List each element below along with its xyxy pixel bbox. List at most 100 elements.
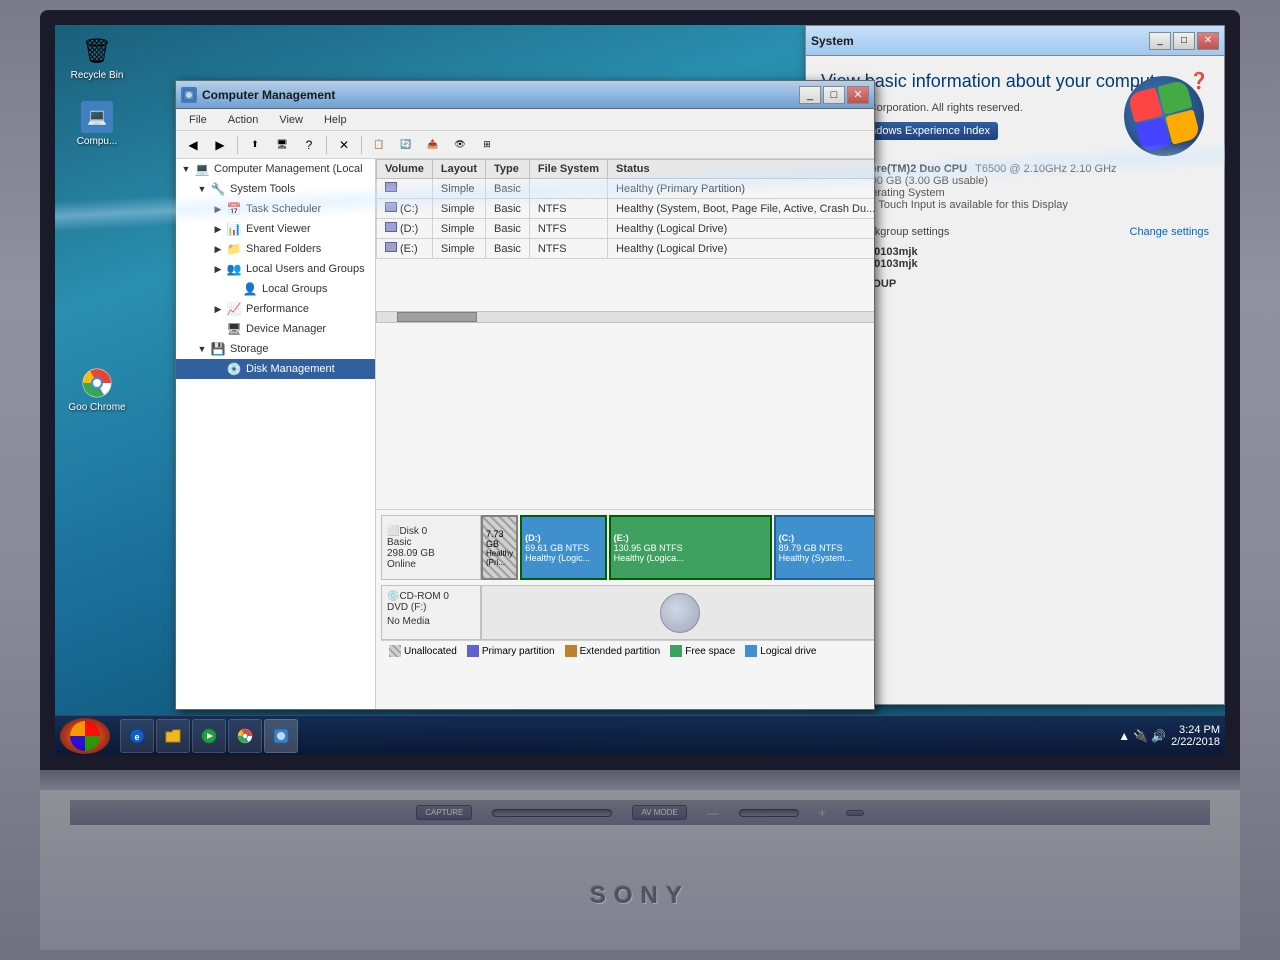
table-row[interactable]: Simple Basic Healthy (Primary Partition) (377, 179, 875, 199)
toolbar-export[interactable]: 📤 (421, 134, 445, 156)
tree-system-tools[interactable]: ▼ 🔧 System Tools (176, 179, 375, 199)
cm-close-btn[interactable]: ✕ (847, 86, 869, 104)
legend-logical-label: Logical drive (760, 646, 816, 657)
desktop-icon-recycle[interactable]: 🗑 Recycle Bin (65, 35, 129, 81)
row3-status: Healthy (Logical Drive) (608, 239, 874, 259)
legend-primary: Primary partition (467, 645, 555, 657)
cp-maximize-btn[interactable]: □ (1173, 32, 1195, 50)
change-settings-link[interactable]: Change settings (1130, 226, 1210, 238)
capture-btn[interactable]: CAPTURE (416, 805, 472, 820)
cp-titlebar: System _ □ ✕ (806, 26, 1224, 56)
legend-primary-label: Primary partition (482, 646, 555, 657)
vol-minus[interactable]: — (707, 806, 719, 820)
toolbar-forward[interactable]: ▶ (208, 134, 232, 156)
tree-disk-management[interactable]: 💿 Disk Management (176, 359, 375, 379)
toolbar-back[interactable]: ◀ (181, 134, 205, 156)
tree-local-groups[interactable]: 👤 Local Groups (176, 279, 375, 299)
tree-storage[interactable]: ▼ 💾 Storage (176, 339, 375, 359)
laptop-slider-2[interactable] (739, 809, 799, 817)
row2-fs: NTFS (529, 219, 607, 239)
tree-expand-taskscheduler: ▶ (212, 203, 224, 215)
taskbar-item-folder[interactable] (156, 719, 190, 753)
extra-btn[interactable] (846, 810, 864, 816)
chrome-icon (81, 367, 113, 399)
row2-layout: Simple (432, 219, 485, 239)
exp-label: Windows Experience Index (857, 125, 990, 137)
cm-maximize-btn[interactable]: □ (823, 86, 845, 104)
tree-task-scheduler[interactable]: ▶ 📅 Task Scheduler (176, 199, 375, 219)
toolbar-delete[interactable]: ✕ (332, 134, 356, 156)
horizontal-scrollbar[interactable] (376, 311, 874, 323)
computer-mgmt-icon: 💻 (194, 161, 210, 177)
partition-d-label: (D:) (525, 533, 602, 543)
cm-minimize-btn[interactable]: _ (799, 86, 821, 104)
col-filesystem[interactable]: File System (529, 160, 607, 179)
tray-arrow[interactable]: ▲ (1118, 729, 1130, 743)
col-status[interactable]: Status (608, 160, 874, 179)
cm-main: Volume Layout Type File System Status (376, 159, 874, 709)
menu-file[interactable]: File (181, 112, 215, 128)
menu-help[interactable]: Help (316, 112, 355, 128)
tree-performance[interactable]: ▶ 📈 Performance (176, 299, 375, 319)
tree-event-viewer[interactable]: ▶ 📊 Event Viewer (176, 219, 375, 239)
partition-c[interactable]: (C:) 89.79 GB NTFS Healthy (System... (774, 515, 874, 580)
col-layout[interactable]: Layout (432, 160, 485, 179)
disk-table: Volume Layout Type File System Status (376, 159, 874, 259)
toolbar-up[interactable]: ⬆ (243, 134, 267, 156)
disk0-label: ⬜Disk 0 Basic 298.09 GB Online (381, 515, 481, 580)
windows-logo (1124, 76, 1204, 156)
disk-management-icon: 💿 (226, 361, 242, 377)
taskbar-clock[interactable]: 3:24 PM 2/22/2018 (1171, 724, 1220, 748)
table-row[interactable]: (E:) Simple Basic NTFS Healthy (Logical … (377, 239, 875, 259)
tree-shared-folders[interactable]: ▶ 📁 Shared Folders (176, 239, 375, 259)
table-row[interactable]: (D:) Simple Basic NTFS Healthy (Logical … (377, 219, 875, 239)
toolbar-refresh[interactable]: 🔄 (394, 134, 418, 156)
computer-icon: 💻 (81, 101, 113, 133)
taskbar-item-chrome2[interactable] (228, 719, 262, 753)
partition-d[interactable]: (D:) 69.61 GB NTFS Healthy (Logic... (520, 515, 607, 580)
tray-network-icon[interactable]: 🔌 (1133, 729, 1148, 743)
tray-volume-icon[interactable]: 🔊 (1151, 729, 1166, 743)
scroll-thumb[interactable] (397, 312, 477, 322)
row0-status: Healthy (Primary Partition) (608, 179, 874, 199)
toolbar-help[interactable]: ? (297, 134, 321, 156)
toolbar-show-hide[interactable]: 🖥 (270, 134, 294, 156)
desktop-icon-chrome[interactable]: Goo Chrome (65, 367, 129, 413)
toolbar-properties[interactable]: 📋 (367, 134, 391, 156)
cm-table-area[interactable]: Volume Layout Type File System Status (376, 159, 874, 509)
menu-view[interactable]: View (271, 112, 311, 128)
tree-local-users[interactable]: ▶ 👥 Local Users and Groups (176, 259, 375, 279)
cp-minimize-btn[interactable]: _ (1149, 32, 1171, 50)
taskbar-item-media[interactable] (192, 719, 226, 753)
cp-close-btn[interactable]: ✕ (1197, 32, 1219, 50)
vol-plus[interactable]: + (819, 806, 826, 820)
clock-date: 2/22/2018 (1171, 736, 1220, 748)
laptop-slider[interactable] (492, 809, 612, 817)
taskbar-item-ie[interactable]: e (120, 719, 154, 753)
taskbar-item-comp-mgmt[interactable] (264, 719, 298, 753)
tree-device-manager[interactable]: 🖥 Device Manager (176, 319, 375, 339)
tree-root[interactable]: ▼ 💻 Computer Management (Local (176, 159, 375, 179)
row3-type: Basic (485, 239, 529, 259)
desktop-icon-computer[interactable]: 💻 Compu... (65, 101, 129, 147)
svg-text:e: e (134, 732, 139, 742)
toolbar-arrange[interactable]: ⊞ (475, 134, 499, 156)
partition-e[interactable]: (E:) 130.95 GB NTFS Healthy (Logica... (609, 515, 772, 580)
toolbar-view[interactable]: 👁 (448, 134, 472, 156)
partition-unalloc-size: 7.73 GB (486, 529, 513, 549)
row3-volume: (E:) (377, 239, 433, 259)
menu-action[interactable]: Action (220, 112, 267, 128)
col-volume[interactable]: Volume (377, 160, 433, 179)
av-mode-btn[interactable]: AV MODE (632, 805, 686, 820)
system-info-section: Intel(R) Core(TM)2 Duo CPU T6500 @ 2.10G… (821, 163, 1209, 211)
chrome-label: Goo Chrome (68, 402, 125, 413)
partition-unalloc[interactable]: 7.73 GB Healthy (Pri... (481, 515, 518, 580)
ram-value: 4.00 GB (3.00 GB usable) (861, 175, 988, 187)
disk0-name: ⬜Disk 0 (387, 526, 475, 537)
start-button[interactable] (60, 718, 110, 754)
win-logo-inner (1127, 79, 1200, 152)
disk-visual-area: ⬜Disk 0 Basic 298.09 GB Online 7.73 GB (376, 509, 874, 709)
tree-expand-localusers: ▶ (212, 263, 224, 275)
table-row[interactable]: (C:) Simple Basic NTFS Healthy (System, … (377, 199, 875, 219)
col-type[interactable]: Type (485, 160, 529, 179)
